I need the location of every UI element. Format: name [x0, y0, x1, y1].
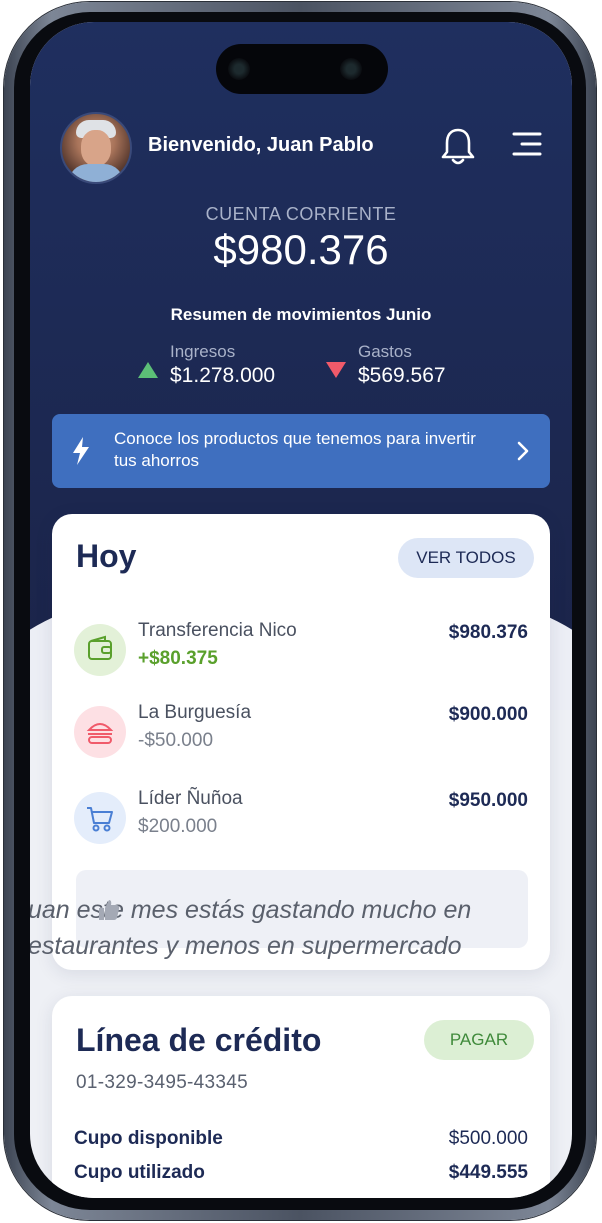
- camera-icon: [228, 58, 250, 80]
- menu-icon[interactable]: [510, 130, 542, 158]
- insight-line-2: estaurantes y menos en supermercado: [30, 932, 462, 960]
- available-label: Cupo disponible: [74, 1128, 223, 1149]
- today-title: Hoy: [76, 538, 137, 574]
- account-balance: $980.376: [213, 226, 389, 273]
- see-all-button[interactable]: VER TODOS: [398, 538, 534, 578]
- transaction-name: Líder Ñuñoa: [138, 788, 243, 809]
- used-value: $449.555: [448, 1162, 528, 1183]
- promo-text: Conoce los productos que tenemos para in…: [114, 429, 476, 470]
- transaction-row[interactable]: La Burguesía -$50.000 $900.000: [74, 700, 528, 760]
- app-screen: Bienvenido, Juan Pablo CUENTA CORRIENTE …: [30, 22, 572, 1198]
- income-label: Ingresos: [170, 342, 236, 361]
- wallet-icon: [74, 624, 126, 676]
- account-type-label: CUENTA CORRIENTE: [205, 204, 397, 224]
- credit-account-number: 01-329-3495-43345: [76, 1072, 249, 1093]
- transaction-delta: -$50.000: [138, 730, 214, 751]
- income-value: $1.278.000: [170, 364, 276, 387]
- transaction-row[interactable]: Transferencia Nico +$80.375 $980.376: [74, 618, 528, 678]
- sensor-icon: [340, 58, 362, 80]
- cart-icon: [74, 792, 126, 844]
- transaction-amount: $980.376: [448, 622, 528, 643]
- burger-icon: [74, 706, 126, 758]
- transaction-row[interactable]: Líder Ñuñoa $200.000 $950.000: [74, 786, 528, 846]
- transaction-name: La Burguesía: [138, 702, 252, 723]
- arrow-down-icon: [326, 362, 346, 378]
- dynamic-island: [216, 44, 388, 94]
- transaction-delta: $200.000: [138, 816, 218, 837]
- arrow-up-icon: [138, 362, 158, 378]
- transaction-amount: $900.000: [448, 704, 528, 725]
- credit-title: Línea de crédito: [76, 1022, 322, 1058]
- bell-icon[interactable]: [440, 126, 476, 166]
- welcome-text: Bienvenido, Juan Pablo: [148, 134, 374, 156]
- pay-button[interactable]: PAGAR: [424, 1020, 534, 1060]
- expense-stat: Gastos $569.567: [326, 342, 446, 388]
- income-stat: Ingresos $1.278.000: [138, 342, 276, 388]
- thumbs-up-icon: [99, 900, 120, 920]
- transaction-delta: +$80.375: [138, 648, 218, 669]
- used-label: Cupo utilizado: [74, 1162, 205, 1183]
- avatar[interactable]: [60, 112, 132, 184]
- available-value: $500.000: [448, 1128, 528, 1149]
- chevron-right-icon: [517, 441, 529, 461]
- summary-title: Resumen de movimientos Junio: [170, 305, 432, 324]
- lightning-icon: [73, 437, 89, 465]
- expense-label: Gastos: [358, 342, 412, 361]
- expense-value: $569.567: [358, 364, 446, 387]
- transaction-name: Transferencia Nico: [138, 620, 297, 641]
- transaction-amount: $950.000: [448, 790, 528, 811]
- promo-banner[interactable]: Conoce los productos que tenemos para in…: [52, 414, 550, 488]
- credit-card: Línea de crédito PAGAR 01-329-3495-43345…: [52, 996, 550, 1198]
